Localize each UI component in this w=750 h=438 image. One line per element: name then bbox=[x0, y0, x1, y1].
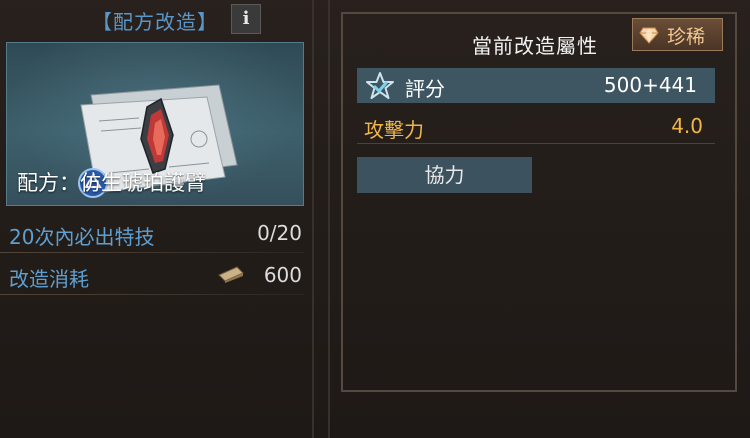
attack-label: 攻擊力 bbox=[364, 118, 424, 142]
cost-value: 600 bbox=[263, 263, 302, 287]
recipe-card[interactable]: 配方：仿生琥珀護臂 bbox=[6, 42, 304, 206]
divider bbox=[0, 252, 304, 253]
score-value: 500+441 bbox=[603, 73, 697, 97]
attack-value: 4.0 bbox=[671, 114, 703, 138]
synergy-button[interactable]: 協力 bbox=[357, 157, 532, 193]
gem-icon bbox=[639, 27, 659, 44]
recipe-panel: 【配方改造】 i 配方：仿生琥珀護臂 20次內必出特技 0/20 改造消耗 60… bbox=[0, 0, 312, 438]
star-check-icon bbox=[366, 72, 394, 99]
guarantee-progress: 0/20 bbox=[257, 221, 302, 245]
recipe-panel-title: 【配方改造】 bbox=[92, 10, 218, 34]
cost-label: 改造消耗 bbox=[9, 267, 89, 291]
rarity-badge: 珍稀 bbox=[632, 18, 723, 51]
book-icon bbox=[218, 266, 244, 283]
recipe-name: 配方：仿生琥珀護臂 bbox=[17, 171, 206, 195]
attributes-title: 當前改造屬性 bbox=[472, 34, 598, 58]
panel-separator bbox=[312, 0, 314, 438]
modify-recipe-screen: 【配方改造】 i 配方：仿生琥珀護臂 20次內必出特技 0/20 改造消耗 60… bbox=[0, 0, 750, 438]
score-label: 評分 bbox=[405, 77, 445, 101]
divider bbox=[0, 294, 304, 295]
panel-separator bbox=[328, 0, 330, 438]
rarity-label: 珍稀 bbox=[667, 26, 706, 48]
divider bbox=[357, 143, 715, 144]
guarantee-label: 20次內必出特技 bbox=[9, 225, 155, 249]
info-button[interactable]: i bbox=[231, 4, 261, 34]
score-row: 評分 500+441 bbox=[357, 68, 715, 103]
